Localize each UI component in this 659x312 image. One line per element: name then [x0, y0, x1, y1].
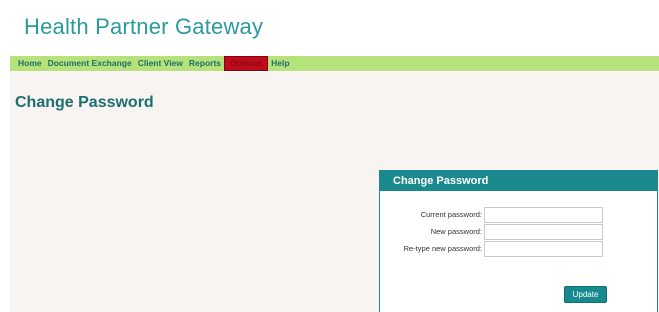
main-content: Change Password Change Password Current …	[10, 72, 659, 312]
page: Health Partner Gateway Home Document Exc…	[0, 0, 659, 312]
change-password-panel: Change Password Current password: New pa…	[379, 170, 658, 312]
main-navbar: Home Document Exchange Client View Repor…	[10, 56, 659, 71]
app-title: Health Partner Gateway	[24, 14, 264, 39]
update-button[interactable]: Update	[564, 286, 607, 303]
panel-title: Change Password	[380, 171, 657, 191]
nav-item-reports[interactable]: Reports	[186, 56, 224, 71]
retype-password-row: Re-type new password:	[380, 241, 659, 258]
nav-item-help[interactable]: Help	[268, 56, 292, 71]
retype-password-label: Re-type new password:	[403, 244, 482, 253]
nav-item-client-view[interactable]: Client View	[135, 56, 186, 71]
retype-password-input[interactable]	[484, 241, 603, 257]
new-password-label: New password:	[430, 227, 482, 236]
header: Health Partner Gateway	[10, 0, 659, 56]
current-password-label: Current password:	[420, 210, 482, 219]
nav-item-options[interactable]: Options	[224, 56, 269, 71]
nav-item-home[interactable]: Home	[15, 56, 45, 71]
page-title: Change Password	[15, 94, 154, 111]
new-password-input[interactable]	[484, 224, 603, 240]
new-password-row: New password:	[380, 224, 659, 241]
current-password-input[interactable]	[484, 207, 603, 223]
current-password-row: Current password:	[380, 207, 659, 224]
nav-item-document-exchange[interactable]: Document Exchange	[45, 56, 135, 71]
